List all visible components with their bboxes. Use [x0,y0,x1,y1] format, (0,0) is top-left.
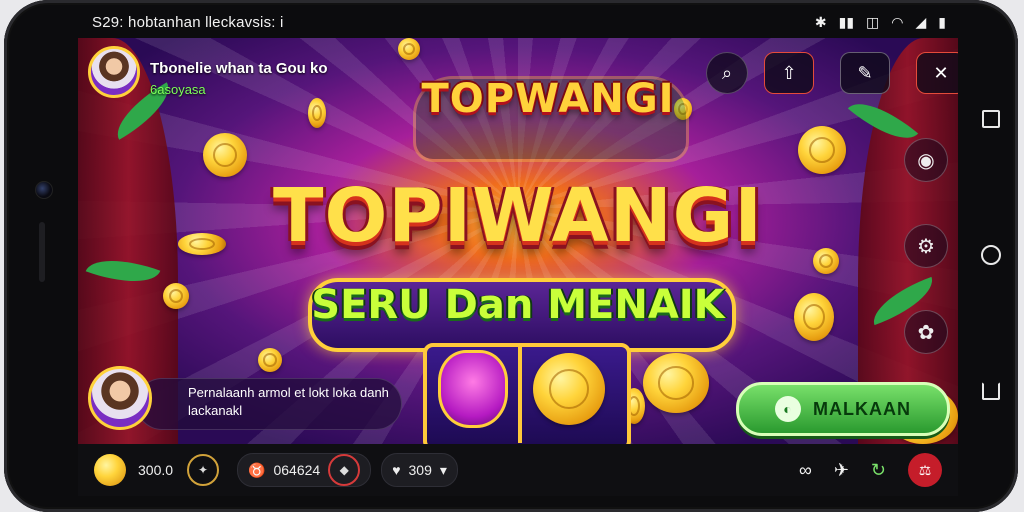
exit-button[interactable]: ⚖ [908,453,942,487]
bluetooth-icon: ✱ [814,13,827,30]
close-button[interactable]: ✕ [916,52,958,94]
reel-divider [518,343,522,443]
gold-coin [813,248,839,274]
game-logo-top: TOPWANGI [421,76,675,122]
vibrate-icon: ◫ [866,13,880,30]
coin-balance: 300.0 [138,462,174,478]
game-title: TOPIWANGI [273,173,763,259]
gold-coin [308,98,326,128]
help-icon: ✿ [917,321,935,344]
gold-coin [203,133,247,177]
share-icon: ⇧ [781,62,797,83]
coin-symbol-icon [533,353,605,425]
bet-value: 064624 [273,462,321,478]
phone-frame: S29: hobtanhan lleckavsis: i ✱ ▮▮ ◫ ◠ ◢ … [4,0,1018,512]
spin-icon: ✦ [198,463,209,477]
pin-icon[interactable]: ✈ [834,460,849,481]
heart-icon: ♥ [392,462,401,478]
settings-button[interactable]: ◉ [904,138,948,182]
help-button[interactable]: ✿ [904,310,948,354]
status-bar: S29: hobtanhan lleckavsis: i ✱ ▮▮ ◫ ◠ ◢ … [78,6,958,38]
signal-icon: ▮▮ [838,13,855,30]
profile-name: Tbonelie whan ta Gou ko [150,60,328,77]
lives-pill[interactable]: ♥ 309 ▾ [381,453,458,487]
avatar[interactable] [88,46,140,98]
message-text: Pernalaanh armol et lokt loka danh lacka… [188,385,389,418]
profile-subtitle: 6asoyasa [150,82,206,97]
exit-icon: ⚖ [918,461,932,478]
bet-pill[interactable]: ♉ 064624 ◆ [237,453,372,487]
bet-adjust-button[interactable]: ◆ [328,454,361,486]
gold-coin [398,38,420,60]
refresh-icon[interactable]: ↻ [871,460,886,481]
android-nav-bar [966,110,1016,400]
close-icon: ✕ [933,62,949,83]
chat-message[interactable]: Pernalaanh armol et lokt loka danh lacka… [88,366,402,430]
bet-adjust-icon: ◆ [339,463,349,477]
home-icon[interactable] [981,245,1001,265]
status-text: S29: hobtanhan lleckavsis: i [92,13,284,31]
settings-icon: ◉ [917,149,935,172]
battery-icon: ▮ [938,13,946,30]
gold-coin [178,233,226,255]
top-action-buttons: ⇧ ✎ ✕ [764,52,958,94]
share-button[interactable]: ⇧ [764,52,814,94]
gear-button[interactable]: ⚙ [904,224,948,268]
link-icon[interactable]: ∞ [799,460,812,481]
bottom-bar: 300.0 ✦ ♉ 064624 ◆ ♥ 309 ▾ ∞ ✈ ↻ ⚖ [78,444,958,496]
game-subtitle: SERU Dan MENAIK [311,282,725,328]
front-camera [35,181,53,199]
status-icons: ✱ ▮▮ ◫ ◠ ◢ ▮ [815,14,958,31]
gear-icon: ⚙ [917,235,935,258]
play-button-label: MALKAAN [813,398,911,419]
side-controls: ◉ ⚙ ✿ [904,138,948,354]
lives-value: 309 [408,462,432,478]
edit-icon: ✎ [857,62,873,83]
play-icon: ◐ [775,396,801,422]
gold-coin [643,353,709,413]
message-avatar [88,366,152,430]
game-screen[interactable]: Tbonelie whan ta Gou ko 6asoyasa TOPWANG… [78,38,958,444]
recents-icon[interactable] [982,110,1000,128]
wifi-icon: ◠ [891,13,904,30]
monster-symbol-icon [438,350,508,428]
side-button [39,222,45,282]
edit-button[interactable]: ✎ [840,52,890,94]
top-controls: ⌕ [706,52,748,94]
gold-coin [163,283,189,309]
bottom-actions: ∞ ✈ ↻ ⚖ [799,453,958,487]
spin-button[interactable]: ✦ [187,454,220,486]
search-icon[interactable]: ⌕ [706,52,748,94]
gold-coin [794,293,834,341]
chevron-down-icon: ▾ [439,461,447,478]
play-button[interactable]: ◐ MALKAAN [736,382,950,436]
coin-balance-icon [94,454,126,486]
back-icon[interactable] [982,382,1000,400]
bet-icon: ♉ [248,461,266,478]
signal-bars-icon: ◢ [915,13,927,30]
gold-coin [798,126,846,174]
